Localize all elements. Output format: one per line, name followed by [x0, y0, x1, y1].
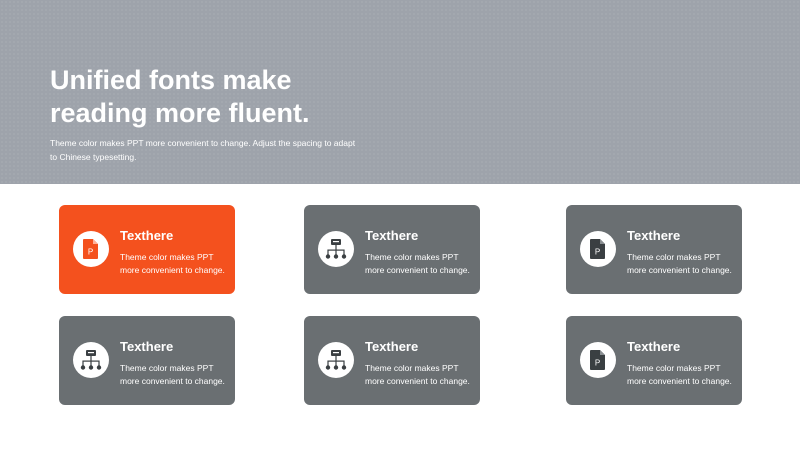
card-description: Theme color makes PPT more convenient to…	[627, 362, 737, 388]
card-icon-circle	[73, 342, 109, 378]
document-letter: P	[595, 248, 600, 257]
card-line-1: Theme color makes PPT	[627, 363, 721, 373]
card-line-2: more convenient to change.	[120, 265, 225, 275]
hierarchy-icon	[325, 350, 347, 370]
card-line-1: Theme color makes PPT	[120, 363, 214, 373]
card-line-2: more convenient to change.	[365, 265, 470, 275]
card-title: Texthere	[627, 228, 681, 243]
card-title: Texthere	[120, 339, 174, 354]
card-title: Texthere	[627, 339, 681, 354]
feature-card-2: Texthere Theme color makes PPT more conv…	[304, 205, 480, 294]
card-description: Theme color makes PPT more convenient to…	[120, 251, 230, 277]
card-description: Theme color makes PPT more convenient to…	[627, 251, 737, 277]
card-line-2: more convenient to change.	[627, 265, 732, 275]
card-icon-circle	[318, 342, 354, 378]
feature-card-1: P Texthere Theme color makes PPT more co…	[59, 205, 235, 294]
document-letter: P	[595, 359, 600, 368]
document-p-icon: P	[83, 239, 98, 259]
hero-title-line-1: Unified fonts make	[50, 65, 292, 95]
card-description: Theme color makes PPT more convenient to…	[365, 251, 475, 277]
hero-title-line-2: reading more fluent.	[50, 98, 310, 128]
card-line-2: more convenient to change.	[120, 376, 225, 386]
card-description: Theme color makes PPT more convenient to…	[365, 362, 475, 388]
card-line-1: Theme color makes PPT	[365, 363, 459, 373]
hero-banner: Unified fonts make reading more fluent. …	[0, 0, 800, 184]
hero-subtitle-line-1: Theme color makes PPT more convenient to…	[50, 138, 356, 148]
card-title: Texthere	[365, 339, 419, 354]
document-p-icon: P	[590, 239, 605, 259]
hero-subtitle-line-2: to Chinese typesetting.	[50, 152, 137, 162]
hero-subtitle: Theme color makes PPT more convenient to…	[50, 136, 360, 164]
feature-card-6: P Texthere Theme color makes PPT more co…	[566, 316, 742, 405]
document-letter: P	[88, 248, 93, 257]
card-icon-circle: P	[580, 342, 616, 378]
document-p-icon: P	[590, 350, 605, 370]
feature-card-5: Texthere Theme color makes PPT more conv…	[304, 316, 480, 405]
card-line-2: more convenient to change.	[365, 376, 470, 386]
hierarchy-icon	[80, 350, 102, 370]
hero-title: Unified fonts make reading more fluent.	[50, 64, 470, 130]
hierarchy-icon	[325, 239, 347, 259]
card-title: Texthere	[365, 228, 419, 243]
feature-card-4: Texthere Theme color makes PPT more conv…	[59, 316, 235, 405]
feature-card-3: P Texthere Theme color makes PPT more co…	[566, 205, 742, 294]
card-icon-circle	[318, 231, 354, 267]
card-description: Theme color makes PPT more convenient to…	[120, 362, 230, 388]
card-line-1: Theme color makes PPT	[365, 252, 459, 262]
card-icon-circle: P	[580, 231, 616, 267]
card-line-2: more convenient to change.	[627, 376, 732, 386]
card-line-1: Theme color makes PPT	[120, 252, 214, 262]
card-title: Texthere	[120, 228, 174, 243]
card-icon-circle: P	[73, 231, 109, 267]
card-line-1: Theme color makes PPT	[627, 252, 721, 262]
